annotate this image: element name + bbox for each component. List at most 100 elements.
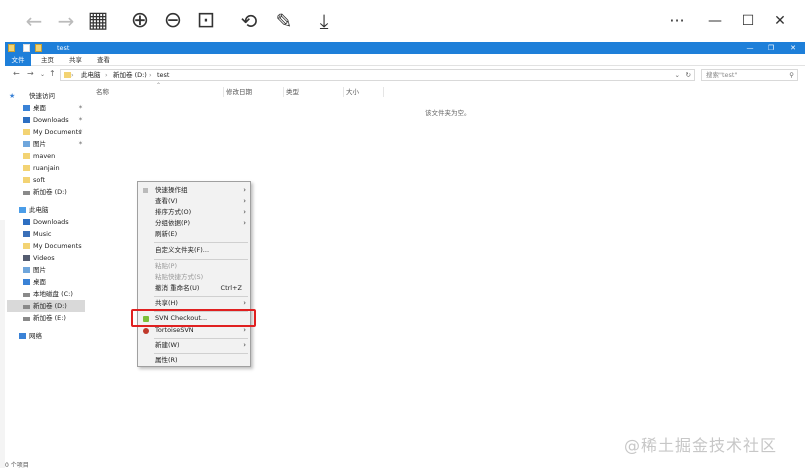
folder-icon (23, 129, 30, 135)
submenu-arrow-icon: › (243, 219, 246, 227)
menu-separator (154, 353, 248, 354)
breadcrumb-separator: › (71, 71, 74, 79)
star-icon: ★ (9, 92, 16, 100)
nav-item-music[interactable]: Music (5, 228, 91, 240)
refresh-icon[interactable]: ↻ (686, 70, 691, 80)
drive-icon (23, 191, 30, 195)
more-icon[interactable]: ··· (665, 9, 689, 33)
search-input[interactable]: 搜索"test" ⚲ (701, 69, 798, 81)
window-close-icon[interactable]: ✕ (784, 42, 802, 54)
picture-icon (23, 267, 30, 273)
computer-icon (19, 207, 26, 213)
nav-item-drive-c[interactable]: 本地磁盘 (C:) (5, 288, 91, 300)
minimize-icon[interactable]: — (703, 9, 727, 33)
download-icon[interactable]: ⤓ (312, 9, 336, 33)
menu-item-undo-rename[interactable]: 撤消 重命名(U) Ctrl+Z (138, 283, 250, 294)
nav-item-pc-downloads[interactable]: Downloads (5, 216, 91, 228)
nav-item-drive-e[interactable]: 新加卷 (E:) (5, 312, 91, 324)
column-modified[interactable]: 修改日期 (226, 86, 252, 98)
address-input[interactable]: › 此电脑 › 新加卷 (D:) › test ⌄ ↻ (60, 69, 695, 81)
window-title: test (57, 44, 70, 52)
tab-home[interactable]: 主页 (35, 54, 60, 66)
column-divider[interactable] (283, 87, 284, 97)
watermark: @稀土掘金技术社区 (624, 436, 778, 455)
download-icon (23, 117, 30, 123)
picture-icon (23, 141, 30, 147)
grid-icon[interactable]: ▦ (86, 9, 110, 33)
menu-item-sort-by[interactable]: 排序方式(O) › (138, 207, 250, 218)
folder-icon (23, 243, 30, 249)
properties-icon[interactable] (23, 44, 30, 52)
menu-item-customize-folder[interactable]: 自定义文件夹(F)... (138, 245, 250, 256)
nav-back-icon[interactable]: ← (13, 69, 20, 78)
menu-item-properties[interactable]: 属性(R) (138, 355, 250, 366)
folder-icon (23, 177, 30, 183)
breadcrumb-test[interactable]: test (157, 70, 169, 80)
nav-item-quick-access[interactable]: ★ 快速访问 (5, 90, 91, 102)
ribbon: 文件 主页 共享 查看 (5, 54, 805, 66)
menu-item-refresh[interactable]: 刷新(E) (138, 229, 250, 240)
fit-icon[interactable]: ⊡ (194, 9, 218, 33)
maximize-icon[interactable]: ☐ (736, 9, 760, 33)
search-placeholder: 搜索"test" (706, 71, 738, 79)
rotate-icon[interactable]: ⟲ (237, 9, 261, 33)
tab-share[interactable]: 共享 (63, 54, 88, 66)
column-divider[interactable] (223, 87, 224, 97)
nav-item-pictures[interactable]: 图片 ✶ (5, 138, 91, 150)
folder-icon (23, 165, 30, 171)
nav-item-drive-d[interactable]: 新加卷 (D:) (7, 300, 85, 312)
menu-item-view[interactable]: 查看(V) › (138, 196, 250, 207)
empty-folder-message: 该文件夹为空。 (425, 109, 471, 117)
nav-item-desktop[interactable]: 桌面 ✶ (5, 102, 91, 114)
drive-icon (23, 317, 30, 321)
menu-item-share[interactable]: 共享(H) › (138, 298, 250, 309)
forward-icon[interactable]: → (54, 9, 78, 33)
nav-item-drive-d-quick[interactable]: 新加卷 (D:) (5, 186, 91, 198)
column-divider[interactable] (383, 87, 384, 97)
close-icon[interactable]: ✕ (768, 9, 792, 33)
nav-item-network[interactable]: 网络 (5, 330, 91, 342)
nav-item-downloads[interactable]: Downloads ✶ (5, 114, 91, 126)
submenu-arrow-icon: › (243, 186, 246, 194)
pin-icon: ✶ (78, 116, 84, 123)
nav-item-my-documents[interactable]: My Documents ✶ (5, 126, 91, 138)
breadcrumb-this-pc[interactable]: 此电脑 (81, 70, 101, 80)
edit-icon[interactable]: ✎ (272, 9, 296, 33)
tab-view[interactable]: 查看 (91, 54, 116, 66)
column-type[interactable]: 类型 (286, 86, 299, 98)
menu-item-paste-shortcut: 粘贴快捷方式(S) (155, 273, 204, 281)
menu-item-quick-actions[interactable]: 快速操作组 › (138, 185, 250, 196)
menu-item-paste: 粘贴(P) (155, 262, 177, 270)
nav-forward-icon[interactable]: → (27, 69, 34, 78)
menu-item-group-by[interactable]: 分组依据(P) › (138, 218, 250, 229)
nav-item-this-pc[interactable]: 此电脑 (5, 204, 91, 216)
tab-file[interactable]: 文件 (5, 54, 31, 66)
address-dropdown-icon[interactable]: ⌄ (675, 70, 680, 80)
folder-icon (23, 153, 30, 159)
explorer-window: test — ❐ ✕ 文件 主页 共享 查看 ← → ⌄ ↑ › 此电脑 › 新… (5, 42, 805, 468)
nav-item-videos[interactable]: Videos (5, 252, 91, 264)
column-size[interactable]: 大小 (346, 86, 359, 98)
address-bar-row: ← → ⌄ ↑ › 此电脑 › 新加卷 (D:) › test ⌄ ↻ 搜索"t… (5, 67, 805, 83)
menu-item-new[interactable]: 新建(W) › (138, 340, 250, 351)
nav-item-pc-desktop[interactable]: 桌面 (5, 276, 91, 288)
nav-item-pc-my-documents[interactable]: My Documents (5, 240, 91, 252)
list-icon (143, 188, 148, 193)
nav-item-maven[interactable]: maven (5, 150, 91, 162)
nav-item-pc-pictures[interactable]: 图片 (5, 264, 91, 276)
zoom-in-icon[interactable]: ⊕ (128, 9, 152, 33)
back-icon[interactable]: ← (22, 9, 46, 33)
column-divider[interactable] (343, 87, 344, 97)
drive-icon (23, 305, 30, 309)
window-maximize-icon[interactable]: ❐ (762, 42, 780, 54)
music-icon (23, 231, 30, 237)
nav-item-ruanjain[interactable]: ruanjain (5, 162, 91, 174)
nav-up-icon[interactable]: ↑ (49, 69, 56, 78)
nav-item-soft[interactable]: soft (5, 174, 91, 186)
column-name[interactable]: 名称 (96, 86, 109, 98)
zoom-out-icon[interactable]: ⊖ (161, 9, 185, 33)
breadcrumb-drive-d[interactable]: 新加卷 (D:) (113, 70, 147, 80)
nav-recent-icon[interactable]: ⌄ (40, 71, 45, 78)
window-minimize-icon[interactable]: — (741, 42, 759, 54)
new-folder-icon[interactable] (35, 44, 42, 52)
